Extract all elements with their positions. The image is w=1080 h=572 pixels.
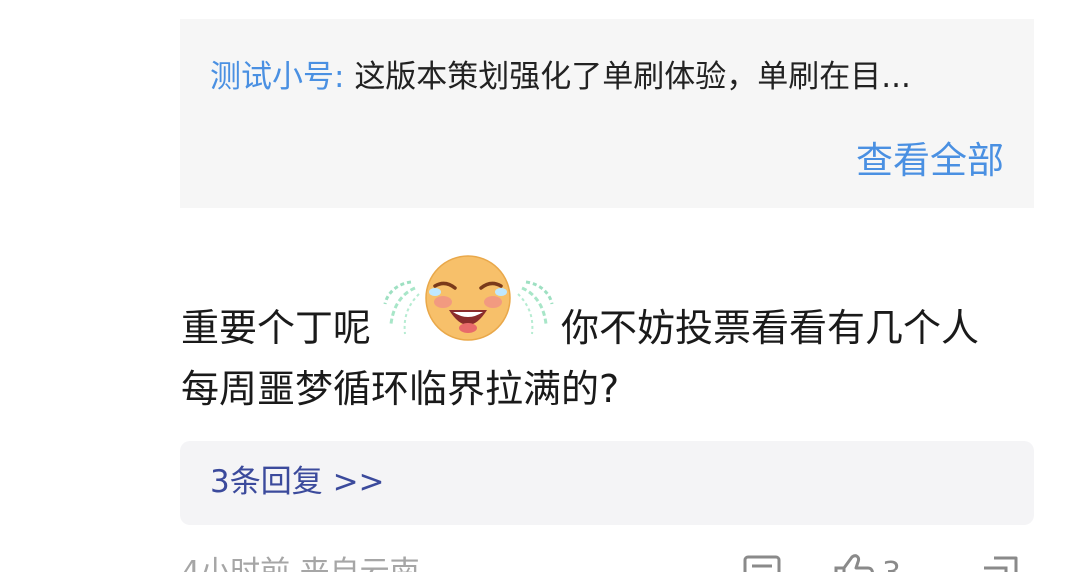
comment-icon[interactable] bbox=[742, 554, 782, 572]
comment-thread-page: 测试小号: 这版本策划强化了单刷体验，单刷在目... 查看全部 重要个丁呢 你不… bbox=[0, 0, 1080, 572]
comment-meta: 4小时前 来自云南 bbox=[181, 555, 420, 572]
quoted-reply-line: 测试小号: 这版本策划强化了单刷体验，单刷在目... bbox=[210, 57, 1010, 97]
quoted-reply-box[interactable]: 测试小号: 这版本策划强化了单刷体验，单刷在目... 查看全部 bbox=[180, 19, 1034, 208]
comment-text-after-emoji: 你不妨投票看看有几个人 bbox=[561, 306, 980, 350]
like-count: 3 bbox=[882, 556, 901, 572]
quoted-reply-text: 这版本策划强化了单刷体验，单刷在目... bbox=[354, 59, 911, 95]
comment-line-1: 重要个丁呢 你不妨投票看看有几个人 bbox=[181, 250, 1041, 360]
view-replies-label: 3条回复 >> bbox=[210, 464, 385, 500]
quoted-reply-author[interactable]: 测试小号: bbox=[210, 59, 344, 95]
crying-laughing-emoji-icon bbox=[383, 255, 554, 341]
view-replies-button[interactable]: 3条回复 >> bbox=[180, 441, 1034, 525]
share-icon[interactable] bbox=[980, 554, 1022, 572]
comment-line-2: 每周噩梦循环临界拉满的? bbox=[181, 367, 620, 411]
comment-text-before-emoji: 重要个丁呢 bbox=[181, 306, 372, 350]
like-icon[interactable] bbox=[830, 554, 874, 572]
view-all-link[interactable]: 查看全部 bbox=[856, 140, 1004, 182]
